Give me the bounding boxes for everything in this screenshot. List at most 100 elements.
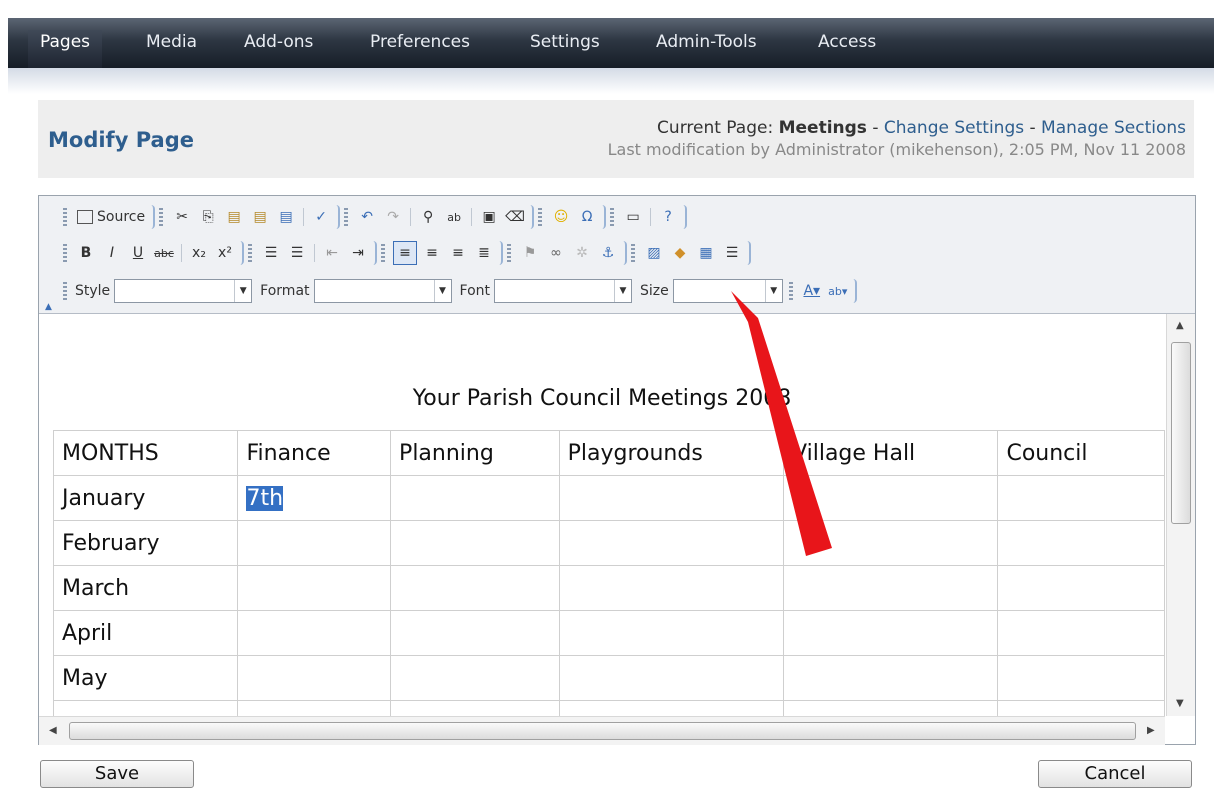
table-cell[interactable] — [390, 520, 560, 566]
horizontal-scrollbar[interactable]: ◀ ▶ — [39, 716, 1165, 745]
smiley-icon[interactable]: ☺ — [550, 206, 572, 228]
table-cell[interactable]: Finance — [237, 430, 392, 476]
nav-add-ons[interactable]: Add-ons — [232, 30, 325, 68]
italic-icon[interactable]: I — [101, 242, 123, 264]
save-button[interactable]: Save — [40, 760, 194, 788]
align-right-icon[interactable]: ≡ — [447, 242, 469, 264]
maximize-icon[interactable]: ▭ — [622, 206, 644, 228]
table-cell[interactable] — [783, 655, 999, 701]
anchor-icon[interactable]: ⚓ — [597, 242, 619, 264]
nav-admin-tools[interactable]: Admin-Tools — [644, 30, 769, 68]
style-select[interactable]: ▼ — [114, 279, 253, 303]
align-center-icon[interactable]: ≡ — [421, 242, 443, 264]
superscript-icon[interactable]: x² — [214, 242, 236, 264]
indent-icon[interactable]: ⇥ — [347, 242, 369, 264]
table-cell[interactable]: Playgrounds — [558, 430, 785, 476]
table-cell[interactable] — [783, 565, 999, 611]
help-icon[interactable]: ? — [657, 206, 679, 228]
table-cell[interactable] — [783, 700, 999, 716]
table-cell[interactable] — [390, 700, 560, 716]
table-cell[interactable] — [558, 565, 785, 611]
replace-icon[interactable]: ab — [443, 206, 465, 228]
table-cell[interactable] — [390, 475, 560, 521]
horizontal-rule-icon[interactable]: ☰ — [721, 242, 743, 264]
vertical-scrollbar[interactable]: ▲ ▼ — [1166, 314, 1195, 716]
table-cell[interactable] — [783, 610, 999, 656]
special-char-icon[interactable]: Ω — [576, 206, 598, 228]
table-cell[interactable] — [558, 700, 785, 716]
table-cell[interactable]: February — [52, 520, 239, 566]
cut-icon[interactable]: ✂ — [171, 206, 193, 228]
collapse-toolbar-icon[interactable]: ▲ — [45, 302, 52, 312]
table-cell[interactable] — [558, 520, 785, 566]
table-cell[interactable]: May — [52, 655, 239, 701]
format-select[interactable]: ▼ — [313, 279, 452, 303]
editor-content[interactable]: Your Parish Council Meetings 2008 MONTHS… — [39, 314, 1165, 716]
redo-icon[interactable]: ↷ — [382, 206, 404, 228]
copy-icon[interactable]: ⎘ — [197, 206, 219, 228]
scroll-up-icon[interactable]: ▲ — [1176, 320, 1184, 331]
table-cell[interactable]: Council — [997, 430, 1165, 476]
font-select[interactable]: ▼ — [494, 279, 632, 303]
table-cell[interactable] — [52, 700, 239, 716]
table-cell[interactable]: January — [52, 475, 239, 521]
size-select[interactable]: ▼ — [672, 279, 783, 303]
scroll-right-icon[interactable]: ▶ — [1147, 725, 1155, 736]
scroll-left-icon[interactable]: ◀ — [49, 725, 57, 736]
table-cell[interactable] — [558, 610, 785, 656]
table-cell[interactable]: April — [52, 610, 239, 656]
scroll-down-icon[interactable]: ▼ — [1176, 698, 1184, 709]
outdent-icon[interactable]: ⇤ — [321, 242, 343, 264]
paste-text-icon[interactable]: ▤ — [249, 206, 271, 228]
link-icon[interactable]: ∞ — [545, 242, 567, 264]
vertical-scroll-thumb[interactable] — [1171, 342, 1191, 524]
table-cell[interactable] — [237, 655, 392, 701]
justify-icon[interactable]: ≣ — [473, 242, 495, 264]
table-cell[interactable] — [997, 475, 1165, 521]
table-cell[interactable] — [237, 520, 392, 566]
align-left-icon[interactable]: ≡ — [393, 241, 417, 265]
spellcheck-icon[interactable]: ✓ — [310, 206, 332, 228]
bold-icon[interactable]: B — [75, 242, 97, 264]
table-icon[interactable]: ▦ — [695, 242, 717, 264]
table-cell[interactable] — [237, 565, 392, 611]
table-cell[interactable] — [390, 610, 560, 656]
flash-object-icon[interactable]: ◆ — [669, 242, 691, 264]
table-cell[interactable] — [997, 700, 1165, 716]
table-cell[interactable] — [558, 655, 785, 701]
nav-access[interactable]: Access — [806, 30, 888, 68]
selected-text[interactable]: 7th — [246, 485, 284, 511]
image-icon[interactable]: ▨ — [643, 242, 665, 264]
table-cell[interactable] — [237, 610, 392, 656]
table-cell[interactable]: MONTHS — [52, 430, 239, 476]
manage-sections-link[interactable]: Manage Sections — [1041, 118, 1186, 138]
underline-icon[interactable]: U — [127, 242, 149, 264]
find-icon[interactable]: ⚲ — [417, 206, 439, 228]
nav-preferences[interactable]: Preferences — [358, 30, 482, 68]
background-color-icon[interactable]: ab▾ — [827, 280, 849, 302]
table-cell[interactable]: Planning — [390, 430, 560, 476]
change-settings-link[interactable]: Change Settings — [884, 118, 1024, 138]
table-cell[interactable] — [390, 655, 560, 701]
table-cell[interactable]: Village Hall — [783, 430, 999, 476]
text-color-icon[interactable]: A▾ — [801, 280, 823, 302]
table-cell[interactable] — [997, 610, 1165, 656]
subscript-icon[interactable]: x₂ — [188, 242, 210, 264]
flash-icon[interactable]: ⚑ — [519, 242, 541, 264]
bullet-list-icon[interactable]: ☰ — [286, 242, 308, 264]
select-all-icon[interactable]: ▣ — [478, 206, 500, 228]
table-cell[interactable]: 7th — [237, 475, 392, 521]
undo-icon[interactable]: ↶ — [356, 206, 378, 228]
table-cell[interactable] — [783, 520, 999, 566]
table-cell[interactable] — [997, 655, 1165, 701]
source-button[interactable]: Source — [73, 209, 149, 225]
table-cell[interactable] — [783, 475, 999, 521]
nav-pages[interactable]: Pages — [28, 30, 103, 68]
nav-settings[interactable]: Settings — [518, 30, 612, 68]
table-cell[interactable] — [390, 565, 560, 611]
strikethrough-icon[interactable]: abc — [153, 242, 175, 264]
numbered-list-icon[interactable]: ☰ — [260, 242, 282, 264]
unlink-icon[interactable]: ✲ — [571, 242, 593, 264]
table-cell[interactable] — [237, 700, 392, 716]
paste-icon[interactable]: ▤ — [223, 206, 245, 228]
